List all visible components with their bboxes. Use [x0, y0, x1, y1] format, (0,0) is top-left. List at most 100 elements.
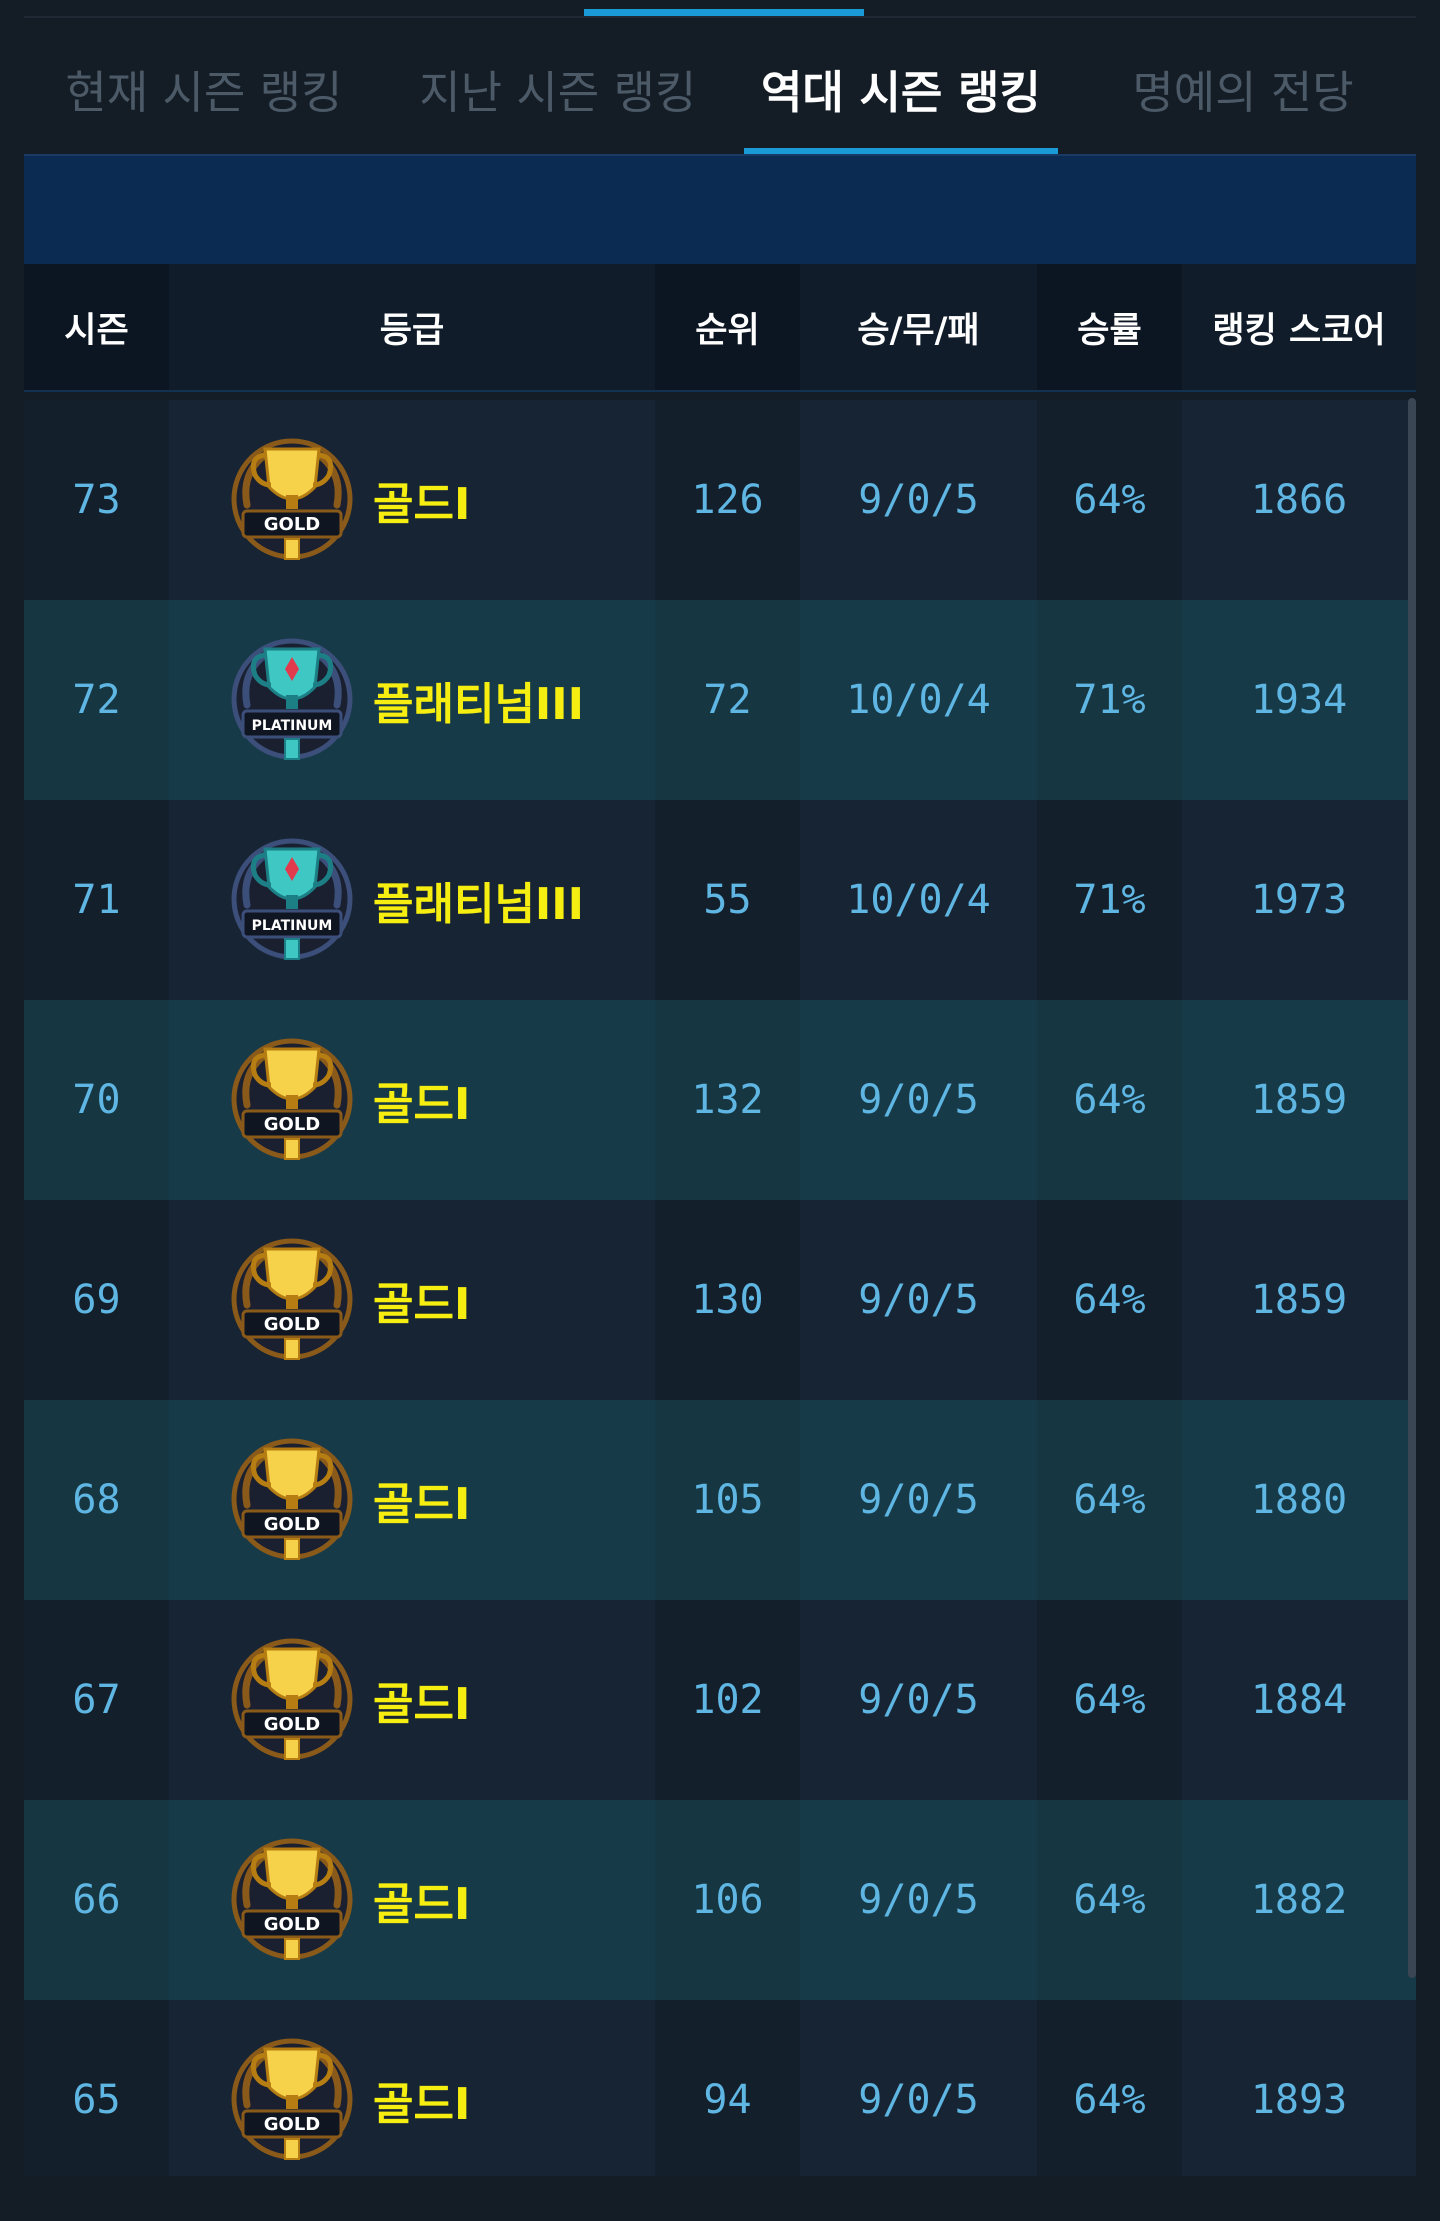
season-cell: 68	[72, 1477, 121, 1523]
win-draw-loss-cell: 10/0/4	[800, 800, 1037, 1000]
table-row[interactable]: 67 GOLD 골드I 102 9/0/5 64% 1884	[24, 1600, 1416, 1800]
rank-cell: 94	[703, 2077, 752, 2123]
grade-cell: GOLD 골드I	[169, 2000, 655, 2200]
tier-name: 골드I	[373, 479, 471, 530]
header-season: 시즌	[64, 310, 129, 351]
svg-text:PLATINUM: PLATINUM	[252, 718, 333, 734]
table-row[interactable]: 71 PLATINUM 플래티넘III 55 10/0/4 71% 1973	[24, 800, 1416, 1000]
ranking-score-cell: 1859	[1182, 1200, 1416, 1400]
table-banner	[24, 154, 1416, 266]
header-ranking-score: 랭킹 스코어	[1182, 264, 1416, 390]
season-cell: 72	[72, 677, 121, 723]
header-win-draw-loss: 승/무/패	[800, 264, 1037, 390]
ranking-score-cell: 1880	[1182, 1400, 1416, 1600]
rank-cell: 72	[703, 677, 752, 723]
table-row[interactable]: 66 GOLD 골드I 106 9/0/5 64% 1882	[24, 1800, 1416, 2000]
grade-cell: PLATINUM 플래티넘III	[169, 800, 655, 1000]
ranking-score-cell: 1884	[1182, 1600, 1416, 1800]
gold-trophy-emblem-icon: GOLD	[225, 433, 359, 567]
rank-cell: 55	[703, 877, 752, 923]
svg-text:GOLD: GOLD	[264, 514, 321, 535]
season-ranking-page: 현재 시즌 랭킹 지난 시즌 랭킹 역대 시즌 랭킹 명예의 전당 시즌 등급 …	[0, 0, 1440, 2221]
grade-cell: GOLD 골드I	[169, 1200, 655, 1400]
gold-trophy-emblem-icon: GOLD	[225, 1833, 359, 1967]
svg-text:GOLD: GOLD	[264, 1914, 321, 1935]
tab-label: 명예의 전당	[1132, 65, 1354, 119]
ranking-score-cell: 1893	[1182, 2000, 1416, 2200]
tab-hall-of-fame[interactable]: 명예의 전당	[1070, 24, 1416, 152]
header-win-rate: 승률	[1077, 310, 1142, 351]
rank-cell: 130	[691, 1277, 764, 1323]
table-row[interactable]: 68 GOLD 골드I 105 9/0/5 64% 1880	[24, 1400, 1416, 1600]
ranking-score-cell: 1934	[1182, 600, 1416, 800]
table-row[interactable]: 69 GOLD 골드I 130 9/0/5 64% 1859	[24, 1200, 1416, 1400]
season-cell: 70	[72, 1077, 121, 1123]
win-rate-cell: 71%	[1073, 677, 1146, 723]
win-draw-loss-cell: 9/0/5	[800, 1000, 1037, 1200]
gold-trophy-emblem-icon: GOLD	[225, 1233, 359, 1367]
table-row[interactable]: 72 PLATINUM 플래티넘III 72 10/0/4 71% 1934	[24, 600, 1416, 800]
gold-trophy-emblem-icon: GOLD	[225, 1633, 359, 1767]
tab-current-season-ranking[interactable]: 현재 시즌 랭킹	[24, 24, 384, 152]
tab-label: 현재 시즌 랭킹	[65, 65, 343, 119]
svg-text:GOLD: GOLD	[264, 1314, 321, 1335]
season-cell: 73	[72, 477, 121, 523]
tier-name: 골드I	[373, 1679, 471, 1730]
ranking-score-cell: 1973	[1182, 800, 1416, 1000]
tab-label: 지난 시즌 랭킹	[419, 65, 697, 119]
season-cell: 67	[72, 1677, 121, 1723]
grade-cell: GOLD 골드I	[169, 1600, 655, 1800]
win-rate-cell: 64%	[1073, 1677, 1146, 1723]
table-row[interactable]: 73 GOLD 골드I 126 9/0/5 64% 1866	[24, 400, 1416, 600]
ranking-score-cell: 1866	[1182, 400, 1416, 600]
svg-text:GOLD: GOLD	[264, 1114, 321, 1135]
rank-cell: 105	[691, 1477, 764, 1523]
win-rate-cell: 64%	[1073, 1877, 1146, 1923]
tier-name: 플래티넘III	[373, 679, 585, 730]
win-draw-loss-cell: 9/0/5	[800, 2000, 1037, 2200]
win-draw-loss-cell: 9/0/5	[800, 1200, 1037, 1400]
tier-name: 골드I	[373, 1479, 471, 1530]
season-cell: 65	[72, 2077, 121, 2123]
season-cell: 66	[72, 1877, 121, 1923]
svg-text:GOLD: GOLD	[264, 1714, 321, 1735]
win-rate-cell: 64%	[1073, 2077, 1146, 2123]
season-history-table: 시즌 등급 순위 승/무/패 승률 랭킹 스코어 73 GOLD 골드I 126…	[24, 264, 1416, 2200]
table-row[interactable]: 70 GOLD 골드I 132 9/0/5 64% 1859	[24, 1000, 1416, 1200]
table-scrollbar[interactable]	[1408, 398, 1416, 1978]
tier-name: 골드I	[373, 1879, 471, 1930]
platinum-trophy-emblem-icon: PLATINUM	[225, 633, 359, 767]
grade-cell: PLATINUM 플래티넘III	[169, 600, 655, 800]
platinum-trophy-emblem-icon: PLATINUM	[225, 833, 359, 967]
win-draw-loss-cell: 9/0/5	[800, 1400, 1037, 1600]
table-header: 시즌 등급 순위 승/무/패 승률 랭킹 스코어	[24, 264, 1416, 392]
gold-trophy-emblem-icon: GOLD	[225, 1033, 359, 1167]
gold-trophy-emblem-icon: GOLD	[225, 2033, 359, 2167]
tier-name: 골드I	[373, 1279, 471, 1330]
gold-trophy-emblem-icon: GOLD	[225, 1433, 359, 1567]
season-cell: 71	[72, 877, 121, 923]
ranking-tabs: 현재 시즌 랭킹 지난 시즌 랭킹 역대 시즌 랭킹 명예의 전당	[24, 24, 1416, 155]
rank-cell: 102	[691, 1677, 764, 1723]
grade-cell: GOLD 골드I	[169, 400, 655, 600]
tier-name: 골드I	[373, 1079, 471, 1130]
top-divider	[24, 16, 1416, 18]
tab-last-season-ranking[interactable]: 지난 시즌 랭킹	[384, 24, 732, 152]
tab-label: 역대 시즌 랭킹	[761, 65, 1041, 119]
tab-all-time-season-ranking[interactable]: 역대 시즌 랭킹	[732, 24, 1070, 155]
rank-cell: 126	[691, 477, 764, 523]
grade-cell: GOLD 골드I	[169, 1000, 655, 1200]
ranking-score-cell: 1859	[1182, 1000, 1416, 1200]
rank-cell: 132	[691, 1077, 764, 1123]
win-rate-cell: 64%	[1073, 477, 1146, 523]
svg-text:PLATINUM: PLATINUM	[252, 918, 333, 934]
header-grade: 등급	[169, 264, 655, 390]
rank-cell: 106	[691, 1877, 764, 1923]
svg-text:GOLD: GOLD	[264, 2114, 321, 2135]
win-rate-cell: 71%	[1073, 877, 1146, 923]
table-body[interactable]: 73 GOLD 골드I 126 9/0/5 64% 1866 72 PLATIN…	[24, 400, 1416, 2200]
ranking-score-cell: 1882	[1182, 1800, 1416, 2000]
win-draw-loss-cell: 9/0/5	[800, 1600, 1037, 1800]
grade-cell: GOLD 골드I	[169, 1800, 655, 2000]
table-row[interactable]: 65 GOLD 골드I 94 9/0/5 64% 1893	[24, 2000, 1416, 2200]
